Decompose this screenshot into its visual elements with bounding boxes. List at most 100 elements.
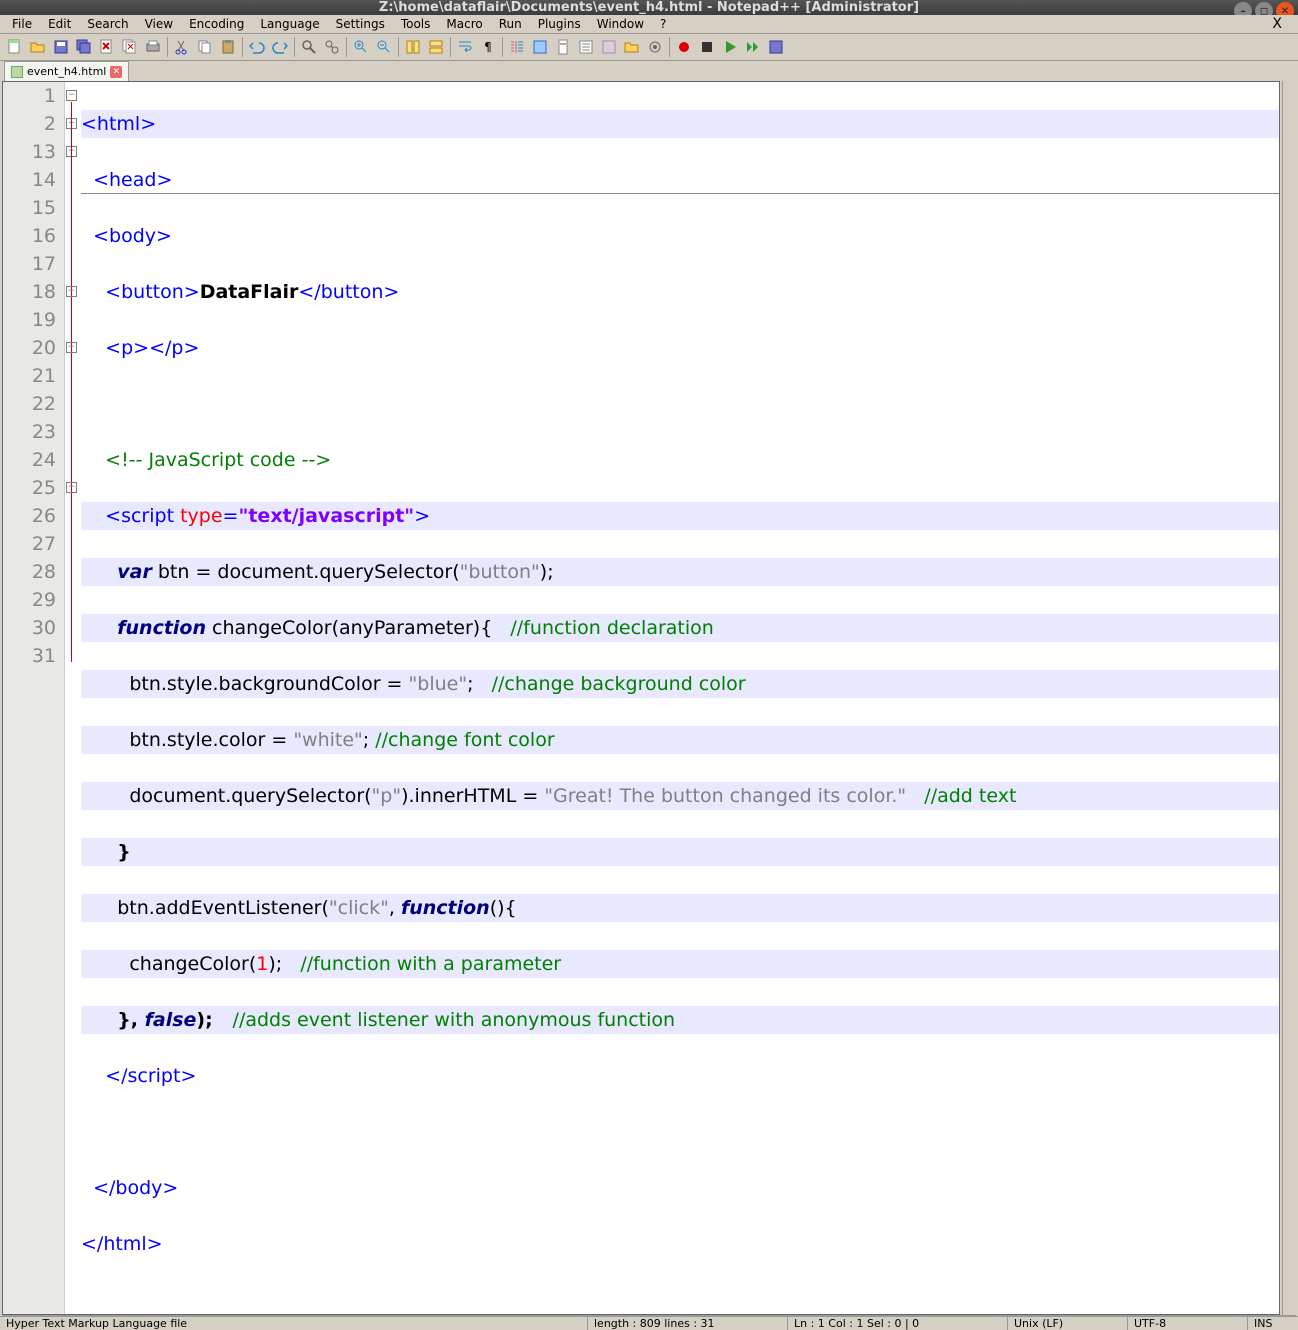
line-number: 2	[3, 110, 56, 138]
code-editor[interactable]: 1 2 13 14 15 16 17 18 19 20 21 22 23 24 …	[2, 81, 1280, 1315]
title-bar: Z:\home\dataflair\Documents\event_h4.htm…	[0, 0, 1298, 15]
undo-icon[interactable]	[246, 36, 268, 58]
code-token: var	[117, 561, 152, 583]
playback-multi-icon[interactable]	[742, 36, 764, 58]
menu-macro[interactable]: Macro	[438, 15, 490, 33]
save-icon[interactable]	[50, 36, 72, 58]
code-token	[906, 785, 924, 807]
toolbar-separator	[167, 37, 168, 57]
code-token: btn.style.backgroundColor =	[129, 673, 408, 695]
code-token: "white"	[293, 729, 362, 751]
menu-plugins[interactable]: Plugins	[530, 15, 589, 33]
menu-close-x[interactable]: X	[1264, 14, 1290, 34]
menu-run[interactable]: Run	[491, 15, 530, 33]
code-token: DataFlair	[200, 281, 299, 303]
status-length: length : 809 lines : 31	[588, 1317, 788, 1330]
status-ins[interactable]: INS	[1248, 1317, 1298, 1330]
menu-view[interactable]: View	[137, 15, 181, 33]
line-number: 21	[3, 362, 56, 390]
save-macro-icon[interactable]	[765, 36, 787, 58]
menu-tools[interactable]: Tools	[393, 15, 439, 33]
code-token: <!-- JavaScript code -->	[105, 449, 331, 471]
indent-guide-icon[interactable]	[506, 36, 528, 58]
code-token: //function declaration	[510, 617, 713, 639]
save-all-icon[interactable]	[73, 36, 95, 58]
toolbar-separator	[502, 37, 503, 57]
folder-icon[interactable]	[621, 36, 643, 58]
code-token: btn.style.color =	[129, 729, 293, 751]
print-icon[interactable]	[142, 36, 164, 58]
replace-icon[interactable]	[321, 36, 343, 58]
code-token: changeColor(	[129, 953, 256, 975]
cut-icon[interactable]	[171, 36, 193, 58]
toolbar-separator	[450, 37, 451, 57]
code-token: <html>	[81, 113, 156, 135]
code-token: type	[180, 505, 222, 527]
toolbar-separator	[294, 37, 295, 57]
fold-minus-icon[interactable]: −	[66, 90, 77, 101]
stop-icon[interactable]	[696, 36, 718, 58]
fold-minus-icon[interactable]: −	[66, 286, 77, 297]
play-icon[interactable]	[719, 36, 741, 58]
paste-icon[interactable]	[217, 36, 239, 58]
line-number: 31	[3, 642, 56, 670]
new-file-icon[interactable]	[4, 36, 26, 58]
doc-list-icon[interactable]	[575, 36, 597, 58]
line-number: 29	[3, 586, 56, 614]
zoom-out-icon[interactable]	[373, 36, 395, 58]
close-all-icon[interactable]	[119, 36, 141, 58]
tab-label: event_h4.html	[27, 65, 106, 78]
redo-icon[interactable]	[269, 36, 291, 58]
record-icon[interactable]	[673, 36, 695, 58]
code-token: =	[223, 505, 239, 527]
show-all-chars-icon[interactable]: ¶	[477, 36, 499, 58]
line-number: 16	[3, 222, 56, 250]
sync-h-icon[interactable]	[425, 36, 447, 58]
code-content[interactable]: <html> <head> <body> <button>DataFlair</…	[79, 82, 1279, 1314]
menu-language[interactable]: Language	[252, 15, 327, 33]
status-encoding[interactable]: UTF-8	[1128, 1317, 1248, 1330]
menu-file[interactable]: File	[4, 15, 40, 33]
vertical-scrollbar[interactable]	[1282, 81, 1298, 1315]
code-token: },	[117, 1009, 144, 1031]
code-token: "text/javascript"	[238, 505, 414, 527]
code-token: ;	[363, 729, 375, 751]
fold-gutter[interactable]: − + − − − −	[65, 82, 79, 1314]
line-number: 18	[3, 278, 56, 306]
fold-minus-icon[interactable]: −	[66, 482, 77, 493]
tab-close-icon[interactable]: ✕	[110, 66, 122, 78]
line-number: 1	[3, 82, 56, 110]
status-eol[interactable]: Unix (LF)	[1008, 1317, 1128, 1330]
editor-tab[interactable]: event_h4.html ✕	[4, 61, 129, 81]
code-token: "click"	[329, 897, 389, 919]
menu-encoding[interactable]: Encoding	[181, 15, 252, 33]
zoom-in-icon[interactable]	[350, 36, 372, 58]
monitor-icon[interactable]	[644, 36, 666, 58]
close-file-icon[interactable]	[96, 36, 118, 58]
line-number: 19	[3, 306, 56, 334]
code-token: "Great! The button changed its color."	[544, 785, 906, 807]
code-token: </body>	[93, 1177, 178, 1199]
copy-icon[interactable]	[194, 36, 216, 58]
menu-search[interactable]: Search	[79, 15, 136, 33]
menu-edit[interactable]: Edit	[40, 15, 79, 33]
menu-settings[interactable]: Settings	[328, 15, 393, 33]
find-icon[interactable]	[298, 36, 320, 58]
code-token: 1	[256, 953, 268, 975]
function-list-icon[interactable]	[598, 36, 620, 58]
line-number: 30	[3, 614, 56, 642]
toolbar-separator	[669, 37, 670, 57]
code-token: </html>	[81, 1233, 163, 1255]
menu-window[interactable]: Window	[589, 15, 652, 33]
toolbar-separator	[346, 37, 347, 57]
fold-minus-icon[interactable]: −	[66, 342, 77, 353]
doc-map-icon[interactable]	[552, 36, 574, 58]
open-file-icon[interactable]	[27, 36, 49, 58]
code-token: <button>	[105, 281, 200, 303]
menu-help[interactable]: ?	[652, 15, 674, 33]
toolbar: ¶	[0, 34, 1298, 61]
user-lang-icon[interactable]	[529, 36, 551, 58]
wordwrap-icon[interactable]	[454, 36, 476, 58]
toolbar-separator	[242, 37, 243, 57]
sync-v-icon[interactable]	[402, 36, 424, 58]
